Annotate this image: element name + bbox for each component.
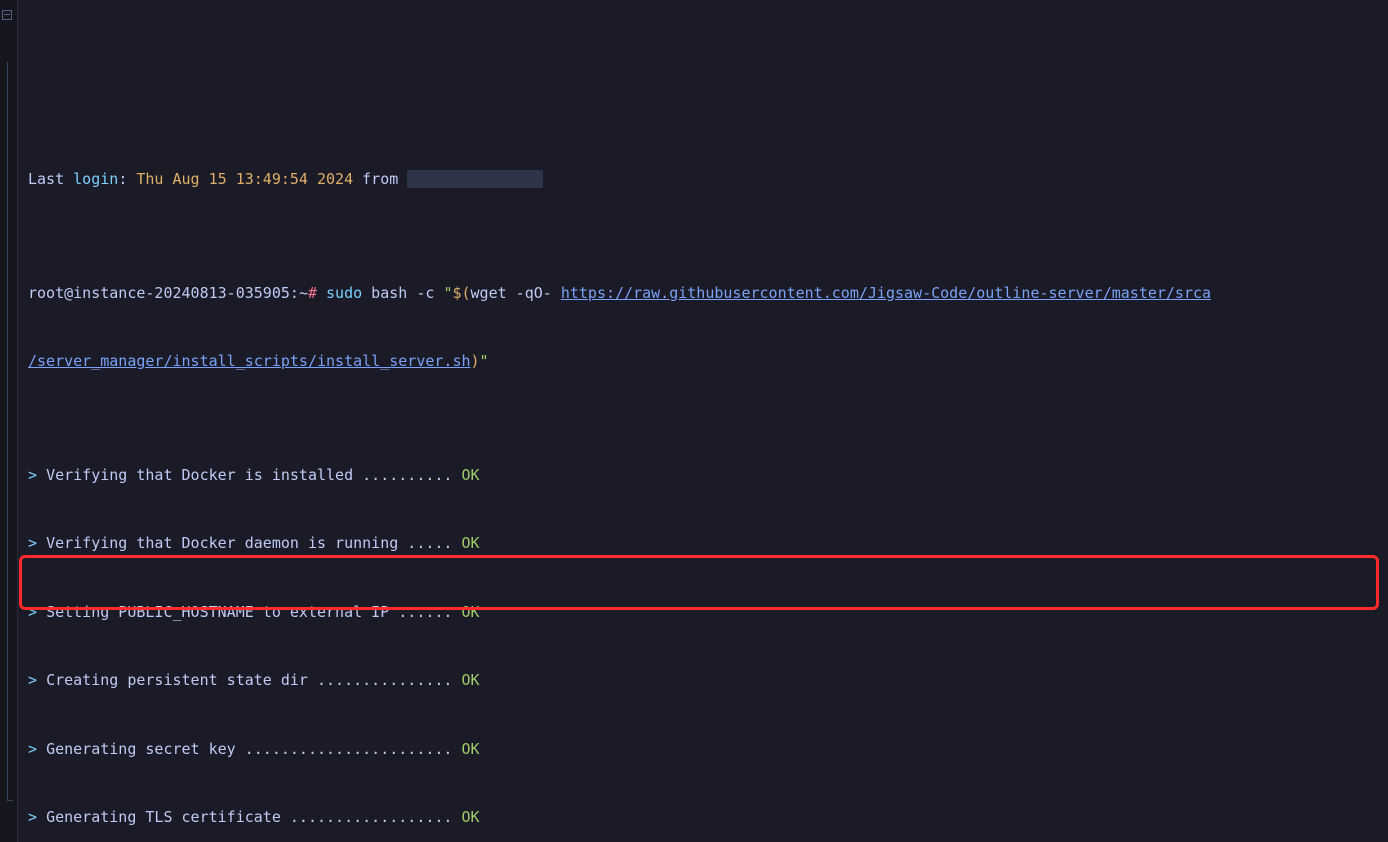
- redacted-ip: xxxxxxxxxxxxxxx: [407, 170, 542, 188]
- step-line: > Generating TLS certificate ...........…: [28, 806, 1388, 829]
- text: Last: [28, 170, 73, 188]
- fold-marker-icon[interactable]: [2, 10, 12, 20]
- prompt-line-1: root@instance-20240813-035905:~# sudo ba…: [28, 282, 1388, 305]
- login-date: Thu Aug 15 13:49:54 2024: [136, 170, 353, 188]
- prompt-hash: #: [308, 284, 317, 302]
- status-ok: OK: [461, 808, 479, 826]
- text: :: [290, 284, 299, 302]
- step-line: > Creating persistent state dir ........…: [28, 669, 1388, 692]
- status-ok: OK: [461, 671, 479, 689]
- status-ok: OK: [461, 603, 479, 621]
- text: ~: [299, 284, 308, 302]
- subshell-close: ): [471, 352, 480, 370]
- prompt-user-host: root@instance-20240813-035905: [28, 284, 290, 302]
- login-word: login: [73, 170, 118, 188]
- step-line: > Setting PUBLIC_HOSTNAME to external IP…: [28, 601, 1388, 624]
- text: from: [353, 170, 407, 188]
- step-line: > Verifying that Docker daemon is runnin…: [28, 532, 1388, 555]
- terminal[interactable]: Last login: Thu Aug 15 13:49:54 2024 fro…: [0, 0, 1388, 842]
- fold-guide-line: [7, 62, 8, 800]
- install-url-2: /server_manager/install_scripts/install_…: [28, 352, 471, 370]
- step-line: > Generating secret key ................…: [28, 738, 1388, 761]
- status-ok: OK: [461, 466, 479, 484]
- quote: ": [480, 352, 489, 370]
- last-login-line: Last login: Thu Aug 15 13:49:54 2024 fro…: [28, 168, 1388, 191]
- cmd-sudo: sudo: [317, 284, 362, 302]
- status-ok: OK: [461, 740, 479, 758]
- text: :: [118, 170, 136, 188]
- editor-gutter: [0, 0, 18, 842]
- status-ok: OK: [461, 534, 479, 552]
- fold-minus-icon: [4, 14, 10, 15]
- terminal-content: Last login: Thu Aug 15 13:49:54 2024 fro…: [28, 99, 1388, 842]
- step-line: > Verifying that Docker is installed ...…: [28, 464, 1388, 487]
- cmd-wget: wget -qO-: [471, 284, 561, 302]
- fold-end-icon: [7, 800, 13, 801]
- install-url-1: https://raw.githubusercontent.com/Jigsaw…: [561, 284, 1211, 302]
- cmd-bash: bash -c: [362, 284, 443, 302]
- prompt-line-2: /server_manager/install_scripts/install_…: [28, 350, 1388, 373]
- subshell-open: $(: [452, 284, 470, 302]
